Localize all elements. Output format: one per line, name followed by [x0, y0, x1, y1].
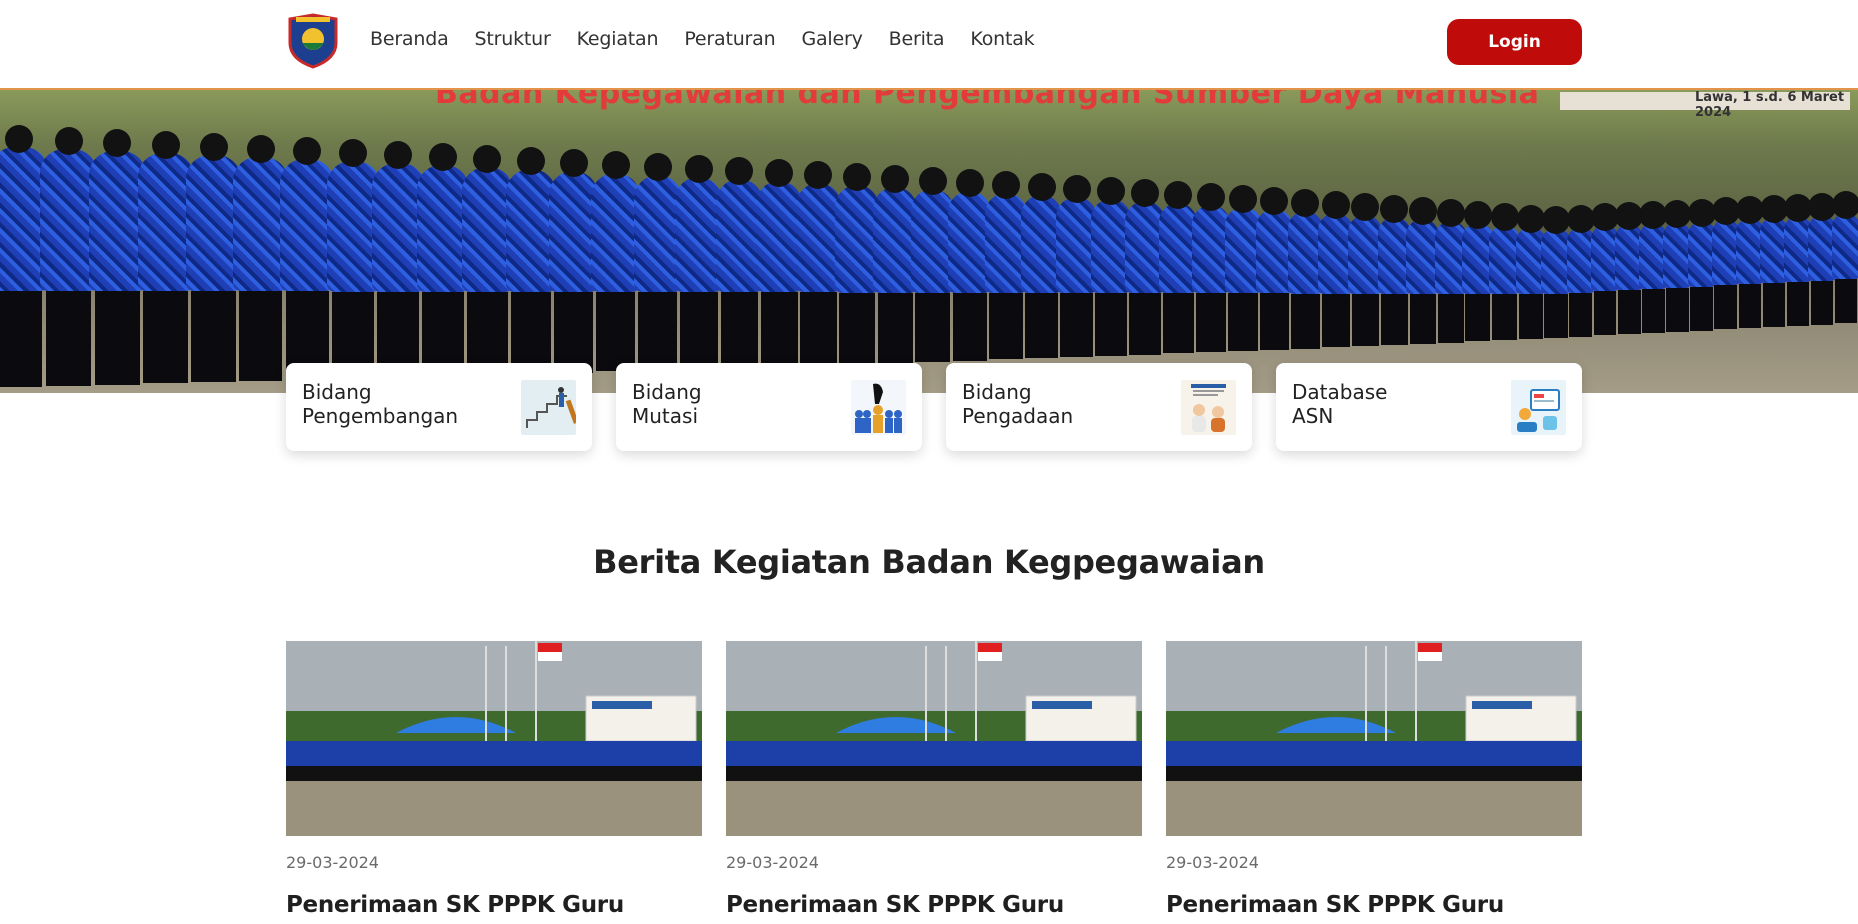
news-date: 29-03-2024	[726, 853, 819, 872]
section-title: Berita Kegiatan Badan Kegpegawaian	[593, 543, 1265, 581]
card-database-asn[interactable]: Database ASN	[1276, 363, 1582, 451]
nav-beranda[interactable]: Beranda	[370, 28, 449, 50]
news-photo-scene	[1166, 641, 1582, 836]
career-ladder-icon	[521, 380, 576, 435]
navbar: Beranda Struktur Kegiatan Peraturan Gale…	[0, 0, 1858, 90]
hero-banner-date: Lawa, 1 s.d. 6 Maret 2024	[1695, 90, 1845, 120]
nav-berita[interactable]: Berita	[889, 28, 945, 50]
news-title[interactable]: Penerimaan SK PPPK Guru	[1166, 892, 1582, 918]
card-bidang-mutasi[interactable]: Bidang Mutasi	[616, 363, 922, 451]
news-photo-scene	[726, 641, 1142, 836]
crowd-person	[1832, 191, 1858, 324]
nav-kegiatan[interactable]: Kegiatan	[577, 28, 659, 50]
news-card[interactable]: 29-03-2024 Penerimaan SK PPPK Guru	[1166, 641, 1582, 918]
news-list: 29-03-2024 Penerimaan SK PPPK Guru 29-03…	[286, 641, 1582, 918]
news-date: 29-03-2024	[286, 853, 379, 872]
card-label: Bidang Pengembangan	[302, 380, 459, 428]
mutation-people-icon	[851, 380, 906, 435]
card-bidang-pengembangan[interactable]: Bidang Pengembangan	[286, 363, 592, 451]
database-icon	[1511, 380, 1566, 435]
news-title[interactable]: Penerimaan SK PPPK Guru	[286, 892, 702, 918]
news-date: 29-03-2024	[1166, 853, 1259, 872]
card-label: Bidang Mutasi	[632, 380, 702, 428]
regency-logo[interactable]	[286, 13, 340, 69]
crowd-person	[280, 137, 335, 380]
news-card[interactable]: 29-03-2024 Penerimaan SK PPPK Guru	[726, 641, 1142, 918]
card-label: Database ASN	[1292, 380, 1388, 428]
news-image[interactable]	[1166, 641, 1582, 836]
recruitment-icon	[1181, 380, 1236, 435]
nav-peraturan[interactable]: Peraturan	[684, 28, 775, 50]
category-cards: Bidang Pengembangan Bidang Mutasi Bidang…	[286, 363, 1582, 451]
login-button[interactable]: Login	[1447, 19, 1582, 65]
hero-banner-text: Badan Kepegawaian dan Pengembangan Sumbe…	[435, 90, 1540, 111]
news-card[interactable]: 29-03-2024 Penerimaan SK PPPK Guru	[286, 641, 702, 918]
news-photo-scene	[286, 641, 702, 836]
hero-image: Badan Kepegawaian dan Pengembangan Sumbe…	[0, 90, 1858, 393]
news-image[interactable]	[726, 641, 1142, 836]
news-title[interactable]: Penerimaan SK PPPK Guru	[726, 892, 1142, 918]
nav-kontak[interactable]: Kontak	[970, 28, 1034, 50]
card-label: Bidang Pengadaan	[962, 380, 1074, 428]
main-nav: Beranda Struktur Kegiatan Peraturan Gale…	[370, 28, 1060, 50]
nav-struktur[interactable]: Struktur	[475, 28, 551, 50]
news-image[interactable]	[286, 641, 702, 836]
card-bidang-pengadaan[interactable]: Bidang Pengadaan	[946, 363, 1252, 451]
nav-galery[interactable]: Galery	[801, 28, 862, 50]
